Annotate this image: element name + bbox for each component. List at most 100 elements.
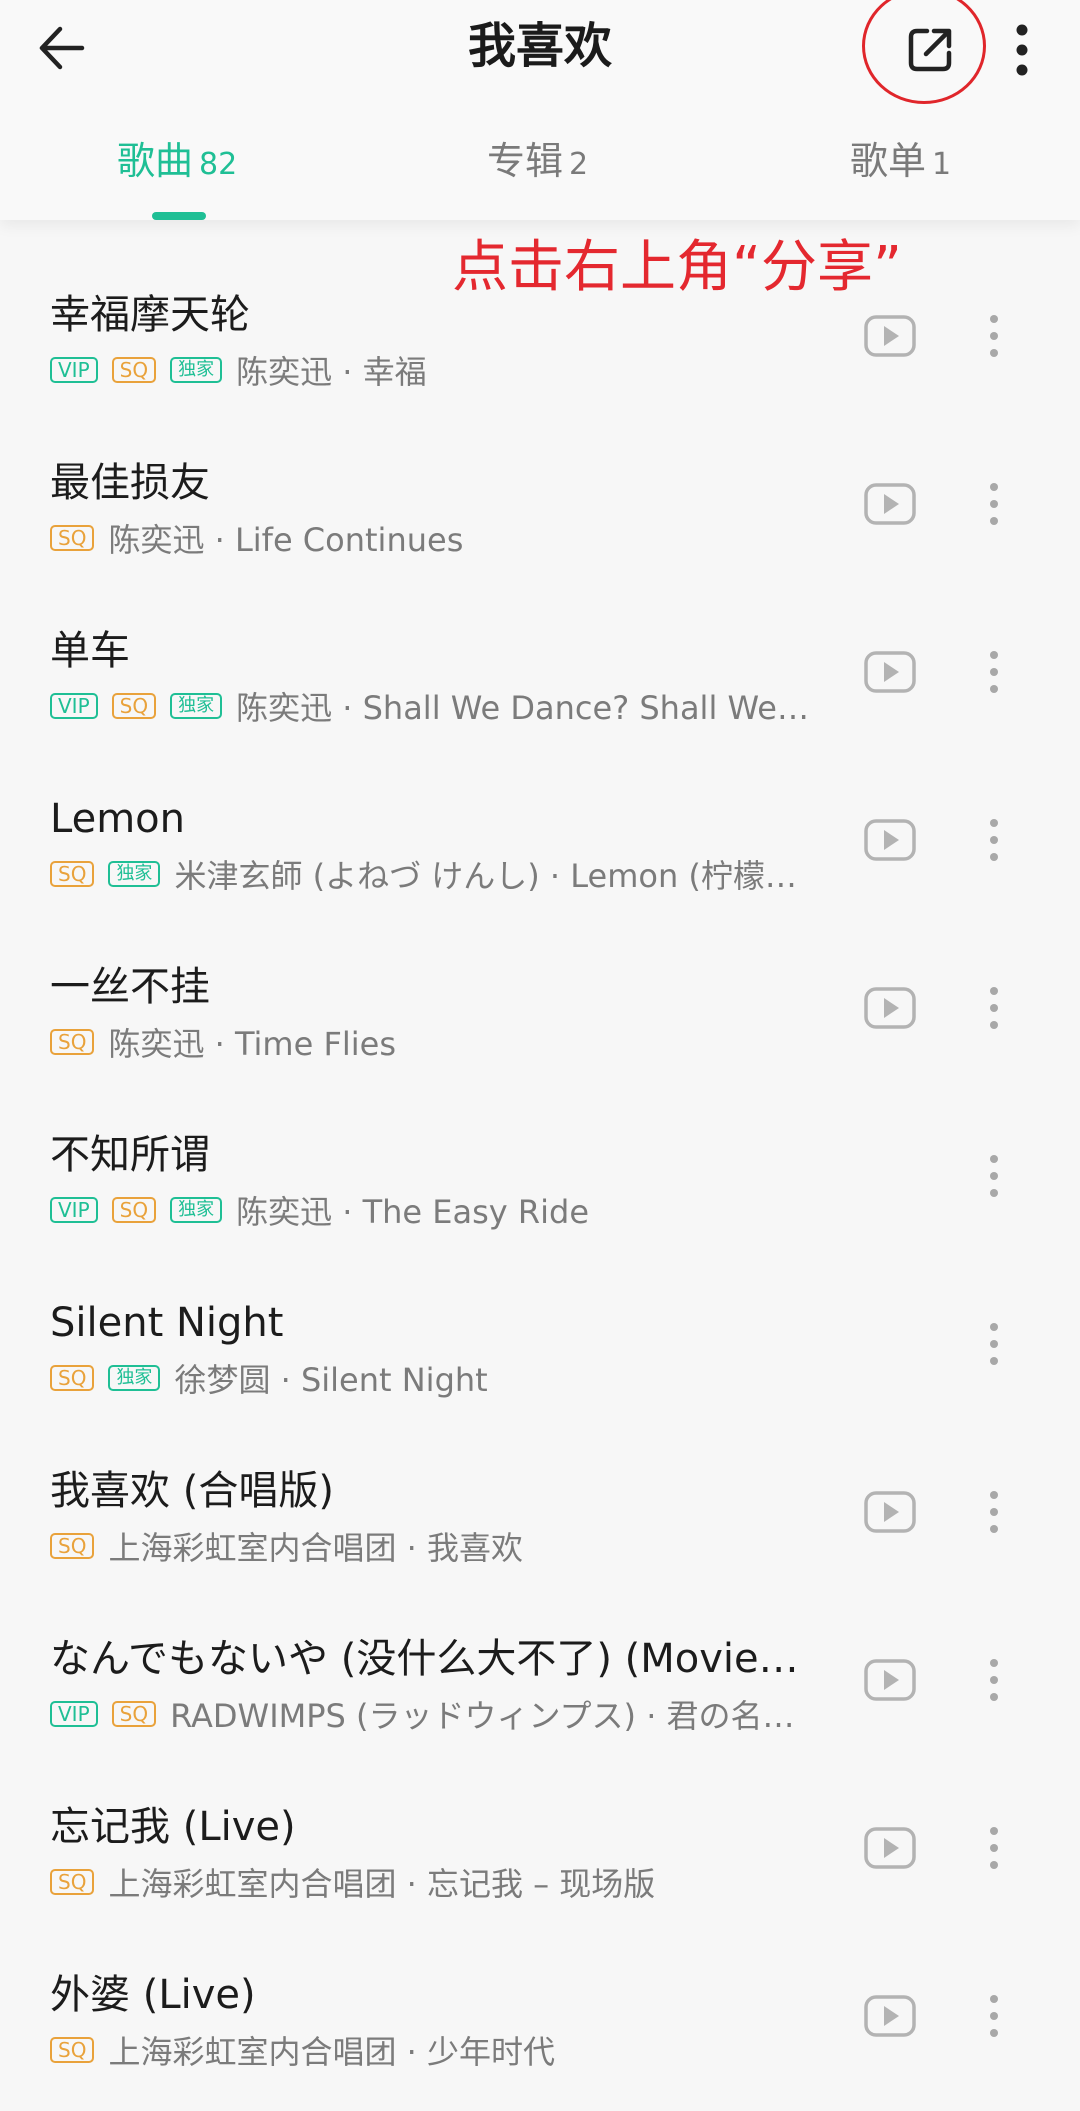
song-row[interactable]: Silent Night SQ 独家 徐梦圆 · Silent Night — [0, 1260, 1080, 1428]
song-meta: SQ 上海彩虹室内合唱团 · 我喜欢 — [50, 1524, 810, 1568]
song-meta: SQ 陈奕迅 · Time Flies — [50, 1020, 810, 1064]
play-video-button[interactable] — [862, 1992, 918, 2040]
song-more-button[interactable] — [976, 1314, 1012, 1374]
vip-badge: VIP — [50, 693, 98, 719]
sq-badge: SQ — [50, 1365, 95, 1391]
play-video-icon — [864, 483, 916, 525]
play-video-button[interactable] — [862, 984, 918, 1032]
song-more-button[interactable] — [976, 810, 1012, 870]
play-video-button[interactable] — [862, 312, 918, 360]
tab-label: 歌曲 — [117, 139, 194, 183]
sq-badge: SQ — [50, 861, 95, 887]
exclusive-badge: 独家 — [170, 693, 223, 719]
song-more-button[interactable] — [976, 642, 1012, 702]
sq-badge: SQ — [50, 1029, 95, 1055]
song-title: 不知所谓 — [50, 1132, 210, 1178]
play-video-button[interactable] — [862, 1656, 918, 1704]
song-row[interactable]: 外婆 (Live) SQ 上海彩虹室内合唱团 · 少年时代 — [0, 1932, 1080, 2100]
arrow-left-icon — [39, 26, 85, 70]
song-title: なんでもないや (没什么大不了) (Movie… — [50, 1636, 799, 1682]
song-row[interactable]: 忘记我 (Live) SQ 上海彩虹室内合唱团 · 忘记我 – 现场版 — [0, 1764, 1080, 1932]
song-row[interactable]: 单车 VIP SQ 独家 陈奕迅 · Shall We Dance? Shall We… — [0, 588, 1080, 756]
song-more-button[interactable] — [976, 1482, 1012, 1542]
play-video-icon — [864, 819, 916, 861]
song-more-button[interactable] — [976, 1650, 1012, 1710]
exclusive-badge: 独家 — [170, 1197, 223, 1223]
more-vertical-icon — [990, 1491, 998, 1533]
song-meta: VIP SQ 独家 陈奕迅 · Shall We Dance? Shall We… — [50, 684, 810, 728]
exclusive-badge: 独家 — [108, 1365, 161, 1391]
play-video-button[interactable] — [862, 816, 918, 864]
song-artist-album: 徐梦圆 · Silent Night — [174, 1361, 488, 1399]
more-vertical-icon — [990, 1155, 998, 1197]
song-artist-album: 上海彩虹室内合唱团 · 少年时代 — [108, 2033, 555, 2071]
song-more-button[interactable] — [976, 1986, 1012, 2046]
back-button[interactable] — [24, 10, 100, 86]
exclusive-badge: 独家 — [108, 861, 161, 887]
play-video-button[interactable] — [862, 1824, 918, 1872]
song-meta: SQ 上海彩虹室内合唱团 · 少年时代 — [50, 2028, 810, 2072]
song-row[interactable]: Lemon SQ 独家 米津玄師 (よねづ けんし) · Lemon (柠檬… — [0, 756, 1080, 924]
song-artist-album: 米津玄師 (よねづ けんし) · Lemon (柠檬… — [174, 857, 797, 895]
song-artist-album: 陈奕迅 · Shall We Dance? Shall We… — [236, 689, 809, 727]
more-vertical-icon — [990, 1323, 998, 1365]
song-more-button[interactable] — [976, 978, 1012, 1038]
share-button[interactable] — [880, 10, 980, 90]
sq-badge: SQ — [111, 693, 157, 719]
play-video-icon — [864, 987, 916, 1029]
song-title: Silent Night — [50, 1300, 284, 1346]
tab-count: 1 — [932, 147, 952, 182]
sq-badge: SQ — [50, 1869, 95, 1895]
song-row[interactable]: 我喜欢 (合唱版) SQ 上海彩虹室内合唱团 · 我喜欢 — [0, 1428, 1080, 1596]
song-title: 单车 — [50, 628, 130, 674]
more-vertical-icon — [990, 1659, 998, 1701]
play-video-button[interactable] — [862, 648, 918, 696]
play-video-icon — [864, 1827, 916, 1869]
vip-badge: VIP — [50, 357, 98, 383]
play-video-button[interactable] — [862, 1488, 918, 1536]
tab-label: 歌单 — [850, 139, 927, 183]
more-options-button[interactable] — [1000, 12, 1044, 88]
song-row[interactable]: 一丝不挂 SQ 陈奕迅 · Time Flies — [0, 924, 1080, 1092]
tab-bar: 歌曲 82 专辑 2 歌单 1 — [0, 130, 1080, 200]
sq-badge: SQ — [50, 1533, 95, 1559]
vip-badge: VIP — [50, 1197, 98, 1223]
song-row[interactable]: 不知所谓 VIP SQ 独家 陈奕迅 · The Easy Ride — [0, 1092, 1080, 1260]
share-external-icon — [908, 28, 952, 72]
song-row[interactable]: なんでもないや (没什么大不了) (Movie… VIP SQ RADWIMPS (ラ… — [0, 1596, 1080, 1764]
tab-count: 2 — [569, 147, 589, 182]
play-video-icon — [864, 1659, 916, 1701]
song-more-button[interactable] — [976, 474, 1012, 534]
tab-active-indicator — [152, 212, 206, 220]
song-meta: VIP SQ 独家 陈奕迅 · 幸福 — [50, 348, 810, 392]
tab-songs[interactable]: 歌曲 82 — [117, 130, 237, 200]
more-vertical-icon — [990, 651, 998, 693]
play-video-icon — [864, 1491, 916, 1533]
tab-label: 专辑 — [487, 139, 564, 183]
song-meta: VIP SQ 独家 陈奕迅 · The Easy Ride — [50, 1188, 810, 1232]
song-artist-album: 陈奕迅 · Time Flies — [108, 1025, 396, 1063]
tab-playlists[interactable]: 歌单 1 — [850, 130, 951, 200]
vip-badge: VIP — [50, 1701, 98, 1727]
sq-badge: SQ — [111, 1197, 157, 1223]
sq-badge: SQ — [50, 525, 95, 551]
top-bar: 我喜欢 歌曲 82 专辑 2 歌单 1 — [0, 0, 1080, 220]
more-vertical-icon — [990, 987, 998, 1029]
song-more-button[interactable] — [976, 306, 1012, 366]
song-more-button[interactable] — [976, 1146, 1012, 1206]
song-row[interactable]: 最佳损友 SQ 陈奕迅 · Life Continues — [0, 420, 1080, 588]
play-video-button[interactable] — [862, 480, 918, 528]
song-artist-album: 上海彩虹室内合唱团 · 忘记我 – 现场版 — [108, 1865, 656, 1903]
song-title: 外婆 (Live) — [50, 1972, 256, 2018]
more-vertical-icon — [990, 819, 998, 861]
song-meta: SQ 陈奕迅 · Life Continues — [50, 516, 810, 560]
sq-badge: SQ — [111, 357, 157, 383]
song-artist-album: 陈奕迅 · Life Continues — [108, 521, 464, 559]
more-vertical-icon — [1016, 24, 1028, 76]
song-title: 我喜欢 (合唱版) — [50, 1468, 334, 1514]
play-video-icon — [864, 315, 916, 357]
tab-albums[interactable]: 专辑 2 — [487, 130, 588, 200]
song-meta: SQ 独家 徐梦圆 · Silent Night — [50, 1356, 810, 1400]
song-more-button[interactable] — [976, 1818, 1012, 1878]
play-video-icon — [864, 1995, 916, 2037]
